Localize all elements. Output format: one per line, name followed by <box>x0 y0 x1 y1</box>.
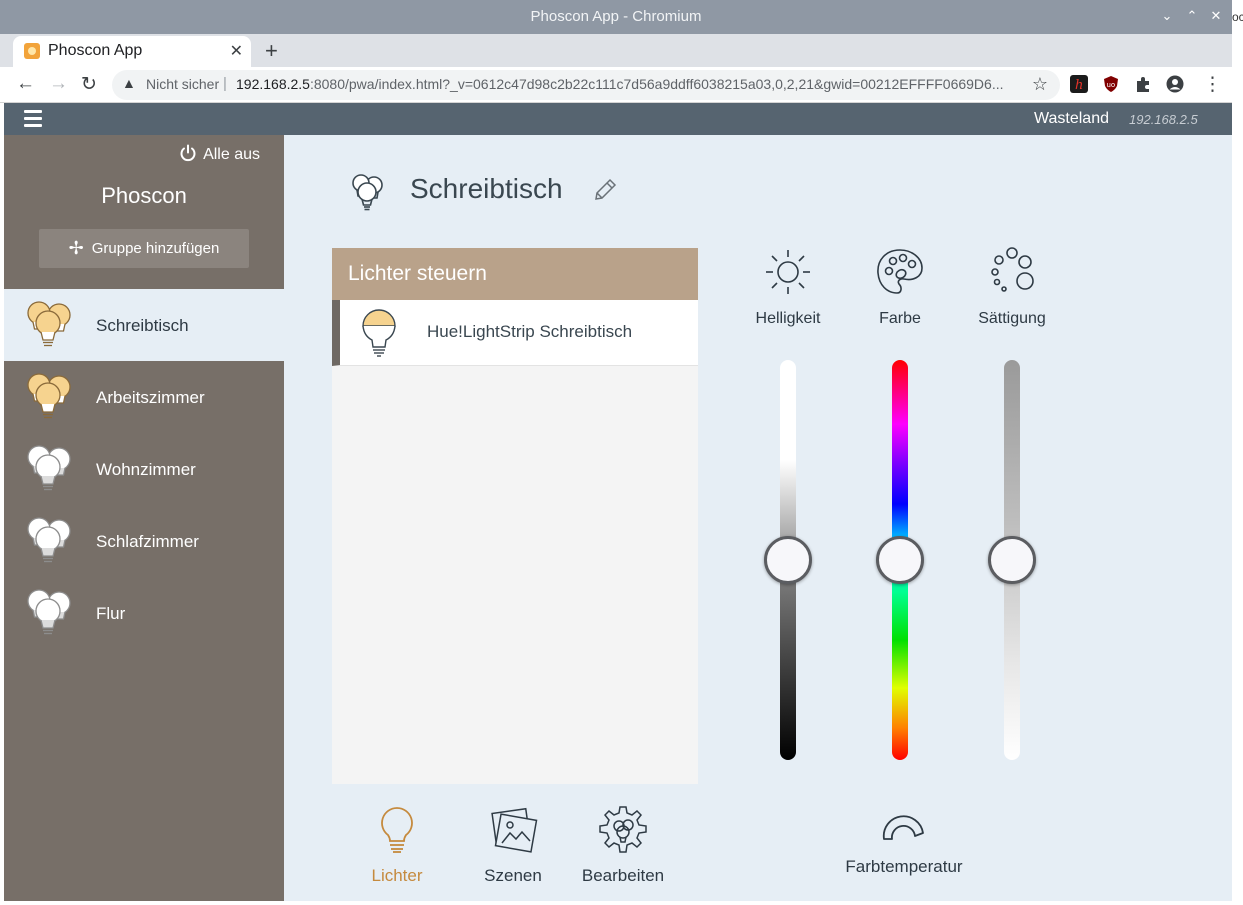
security-label[interactable]: Nicht sicher <box>146 76 219 92</box>
hamburger-menu-icon[interactable] <box>24 110 42 128</box>
browser-toolbar: ← → ↻ ▲ Nicht sicher | 192.168.2.5:8080/… <box>0 67 1232 103</box>
control-label: Farbe <box>879 310 921 327</box>
add-group-button[interactable]: ✢ Gruppe hinzufügen <box>39 229 249 268</box>
group-title: Schreibtisch <box>410 173 563 204</box>
close-window-icon[interactable]: ✕ <box>1209 9 1223 23</box>
browser-menu-icon[interactable]: ⋮ <box>1203 73 1222 96</box>
nav-label: Szenen <box>484 866 542 885</box>
app-header: Wasteland 192.168.2.5 <box>4 103 1232 135</box>
url-host: 192.168.2.5 <box>236 76 310 92</box>
ublock-icon[interactable]: uo <box>1102 75 1120 93</box>
group-bulbs-icon <box>22 300 74 350</box>
adjacent-window-text: oc <box>1232 10 1243 24</box>
sidebar-group-label: Wohnzimmer <box>96 460 196 479</box>
gateway-ip: 192.168.2.5 <box>1129 112 1198 127</box>
sidebar-group-label: Flur <box>96 604 126 623</box>
sidebar-group-schreibtisch[interactable]: Schreibtisch <box>4 289 284 361</box>
light-row[interactable]: Hue!LightStrip Schreibtisch <box>332 300 698 366</box>
sidebar-group-arbeitszimmer[interactable]: Arbeitszimmer <box>4 361 284 433</box>
extensions-puzzle-icon[interactable] <box>1134 75 1152 93</box>
sun-icon <box>763 247 813 297</box>
maximize-icon[interactable]: ⌃ <box>1185 9 1199 23</box>
lights-control-panel: Lichter steuern Hue!LightStrip Schreibti… <box>332 248 698 784</box>
sidebar-header: Alle aus Phoscon ✢ Gruppe hinzufügen <box>4 135 284 289</box>
sidebar-group-label: Schreibtisch <box>96 316 189 335</box>
browser-tab-strip: Phoscon App ✕ + <box>0 34 1232 67</box>
window-title: Phoscon App - Chromium <box>530 8 702 25</box>
nav-label: Lichter <box>371 866 423 885</box>
window-titlebar: Phoscon App - Chromium ⌄ ⌃ ✕ <box>0 0 1232 34</box>
color-temperature-label: Farbtemperatur <box>845 857 963 876</box>
phoscon-favicon-icon <box>24 43 40 59</box>
saturation-dots-icon <box>987 247 1037 297</box>
address-bar[interactable]: ▲ Nicht sicher | 192.168.2.5:8080/pwa/in… <box>112 70 1060 100</box>
sidebar-group-schlafzimmer[interactable]: Schlafzimmer <box>4 505 284 577</box>
color-temperature-icon <box>882 815 924 840</box>
back-arrow-icon[interactable]: ← <box>16 73 35 95</box>
palette-icon <box>875 247 925 297</box>
control-label: Sättigung <box>978 310 1046 327</box>
group-bulbs-icon <box>22 372 74 422</box>
group-bulbs-icon <box>22 588 74 638</box>
control-sttigung[interactable]: Sättigung <box>962 247 1062 328</box>
new-tab-icon[interactable]: + <box>265 38 278 64</box>
nav-lichter[interactable]: Lichter <box>347 805 447 886</box>
color-temperature-button[interactable]: Farbtemperatur <box>844 803 964 877</box>
bulb-icon <box>372 805 422 855</box>
tab-close-icon[interactable]: ✕ <box>230 41 243 61</box>
slider-thumb-helligkeit[interactable] <box>764 536 812 584</box>
minimize-icon[interactable]: ⌄ <box>1160 9 1174 23</box>
slider-thumb-sttigung[interactable] <box>988 536 1036 584</box>
url-text[interactable]: 192.168.2.5:8080/pwa/index.html?_v=0612c… <box>236 76 1016 92</box>
extension-h-icon[interactable]: h <box>1070 75 1088 93</box>
light-bulb-icon <box>362 309 396 357</box>
groups-sidebar: Alle aus Phoscon ✢ Gruppe hinzufügen Schr… <box>4 135 284 901</box>
browser-tab-phoscon[interactable]: Phoscon App ✕ <box>13 36 251 67</box>
brand-title: Phoscon <box>101 183 187 208</box>
reload-icon[interactable]: ↻ <box>81 73 97 96</box>
sidebar-group-wohnzimmer[interactable]: Wohnzimmer <box>4 433 284 505</box>
all-off-label: Alle aus <box>203 146 260 163</box>
control-helligkeit[interactable]: Helligkeit <box>738 247 838 328</box>
main-content: Schreibtisch Lichter steuern Hue!LightSt… <box>284 135 1232 901</box>
control-label: Helligkeit <box>755 310 821 327</box>
url-rest: :8080/pwa/index.html?_v=0612c47d98c2b22c… <box>309 76 1004 92</box>
sidebar-group-label: Arbeitszimmer <box>96 388 205 407</box>
bookmark-star-icon[interactable]: ☆ <box>1032 74 1048 95</box>
power-icon <box>180 144 196 162</box>
edit-pencil-icon[interactable] <box>592 177 618 203</box>
profile-icon[interactable] <box>1166 75 1184 93</box>
nav-szenen[interactable]: Szenen <box>463 805 563 886</box>
tab-title: Phoscon App <box>48 42 143 59</box>
forward-arrow-icon[interactable]: → <box>49 73 68 95</box>
sidebar-group-flur[interactable]: Flur <box>4 577 284 649</box>
nav-bearbeiten[interactable]: Bearbeiten <box>573 805 673 886</box>
group-bulbs-icon <box>22 444 74 494</box>
lights-panel-header: Lichter steuern <box>332 248 698 300</box>
warning-icon: ▲ <box>122 75 136 91</box>
all-off-button[interactable]: Alle aus <box>179 144 260 164</box>
light-name: Hue!LightStrip Schreibtisch <box>427 322 633 341</box>
plus-icon: ✢ <box>68 238 84 258</box>
slider-thumb-farbe[interactable] <box>876 536 924 584</box>
gear-bulbs-icon <box>598 805 648 855</box>
group-bulbs-icon <box>352 174 383 211</box>
scenes-icon <box>488 805 538 855</box>
sidebar-group-label: Schlafzimmer <box>96 532 199 551</box>
control-farbe[interactable]: Farbe <box>850 247 950 328</box>
adjacent-window-edge: oc <box>1232 0 1243 905</box>
svg-text:uo: uo <box>1107 81 1116 89</box>
group-bulbs-icon <box>22 516 74 566</box>
gateway-name: Wasteland <box>1034 110 1109 127</box>
omnibox-separator: | <box>223 75 227 92</box>
add-group-label: Gruppe hinzufügen <box>91 240 220 257</box>
svg-text:h: h <box>1075 78 1083 93</box>
nav-label: Bearbeiten <box>581 866 665 885</box>
